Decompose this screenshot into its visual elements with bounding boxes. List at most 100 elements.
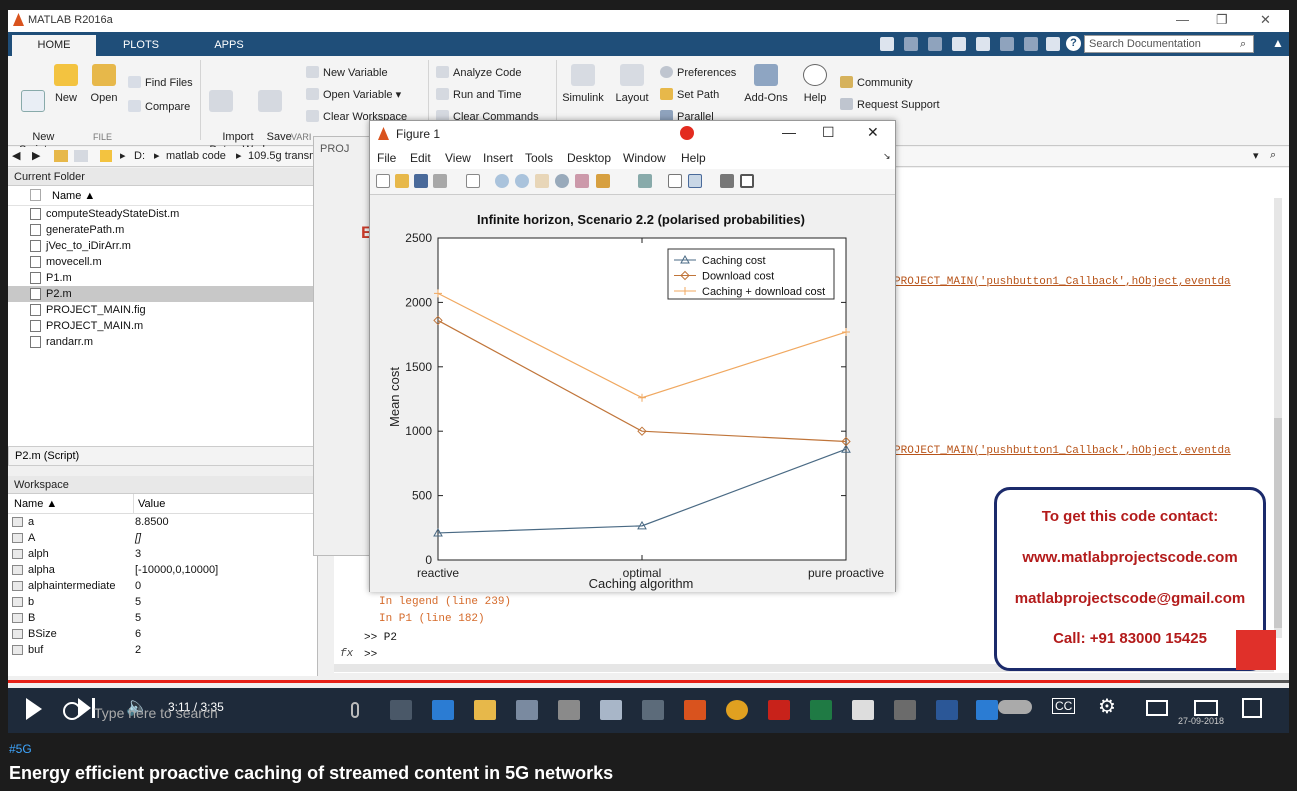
file-item[interactable]: movecell.m — [8, 254, 317, 270]
workspace-row[interactable]: alpha [-10000,0,10000] — [8, 562, 317, 578]
video-editor-icon[interactable] — [852, 700, 874, 720]
legend-icon[interactable] — [688, 174, 702, 188]
community-button[interactable]: Community — [840, 76, 913, 89]
captions-icon[interactable]: CC — [1052, 698, 1076, 714]
menu-insert[interactable]: Insert — [483, 151, 513, 165]
path-folder[interactable]: 109.5g transm — [248, 150, 318, 162]
error-link-line[interactable]: PROJECT_MAIN('pushbutton1_Callback',hObj… — [894, 276, 1231, 288]
fullscreen-icon[interactable] — [1242, 698, 1262, 718]
file-item[interactable]: jVec_to_iDirArr.m — [8, 238, 317, 254]
fx-icon[interactable]: fx — [340, 648, 353, 660]
file-item[interactable]: P1.m — [8, 270, 317, 286]
word-icon[interactable] — [936, 700, 958, 720]
data-cursor-icon[interactable] — [575, 174, 589, 188]
play-icon[interactable] — [26, 698, 42, 720]
workspace-row[interactable]: BSize 6 — [8, 626, 317, 642]
file-explorer-icon[interactable] — [474, 700, 496, 720]
run-and-time-button[interactable]: Run and Time — [436, 88, 521, 101]
workspace-row[interactable]: alph 3 — [8, 546, 317, 562]
menu-file[interactable]: File — [377, 151, 396, 165]
warning-legend-line[interactable]: In legend (line 239) — [379, 596, 511, 608]
maximize-icon[interactable]: ☐ — [822, 124, 835, 141]
edge-icon[interactable] — [432, 700, 454, 720]
workspace-row[interactable]: buf 2 — [8, 642, 317, 658]
compare-button[interactable]: Compare — [128, 100, 190, 113]
pdf-icon[interactable] — [768, 700, 790, 720]
browse-folder-icon[interactable] — [74, 150, 88, 162]
error-link-line[interactable]: PROJECT_MAIN('pushbutton1_Callback',hObj… — [894, 445, 1231, 457]
link-plot-icon[interactable] — [638, 174, 652, 188]
matlab-taskbar-icon[interactable] — [684, 700, 706, 720]
file-item[interactable]: generatePath.m — [8, 222, 317, 238]
save-icon[interactable] — [414, 174, 428, 188]
file-item[interactable]: PROJECT_MAIN.fig — [8, 302, 317, 318]
set-path-button[interactable]: Set Path — [660, 88, 719, 101]
workspace-row[interactable]: B5 — [8, 610, 317, 626]
hashtag-link[interactable]: #5G — [9, 742, 32, 756]
store-icon[interactable] — [516, 700, 538, 720]
workspace-row[interactable]: b5 — [8, 594, 317, 610]
menu-edit[interactable]: Edit — [410, 151, 431, 165]
file-item[interactable]: PROJECT_MAIN.m — [8, 318, 317, 334]
workspace-column-header[interactable]: Name ▲ Value — [8, 494, 317, 514]
show-plot-tools-icon[interactable] — [740, 174, 754, 188]
back-arrow-icon[interactable]: ◀ — [12, 149, 20, 162]
path-drive[interactable]: D: — [134, 150, 145, 162]
excel-icon[interactable] — [810, 700, 832, 720]
restore-icon[interactable]: ❐ — [1216, 12, 1228, 28]
menu-window[interactable]: Window — [623, 151, 666, 165]
details-panel[interactable]: P2.m (Script) — [8, 446, 318, 466]
up-folder-icon[interactable] — [54, 150, 68, 162]
menu-view[interactable]: View — [445, 151, 471, 165]
new-variable-button[interactable]: New Variable — [306, 66, 388, 79]
menu-desktop[interactable]: Desktop — [567, 151, 611, 165]
preferences-button[interactable]: Preferences — [660, 66, 736, 79]
new-figure-icon[interactable] — [376, 174, 390, 188]
find-files-button[interactable]: Find Files — [128, 76, 193, 89]
file-item[interactable]: computeSteadyStateDist.m — [8, 206, 317, 222]
request-support-button[interactable]: Request Support — [840, 98, 940, 111]
forward-arrow-icon[interactable]: ▶ — [32, 149, 40, 162]
menu-help[interactable]: Help — [681, 151, 706, 165]
brush-icon[interactable] — [596, 174, 610, 188]
close-icon[interactable]: ✕ — [1260, 12, 1271, 28]
tab-plots[interactable]: PLOTS — [106, 35, 176, 56]
copy-icon[interactable] — [952, 37, 966, 51]
dock-arrow-icon[interactable]: ↘ — [883, 151, 891, 162]
paste-icon[interactable] — [976, 37, 990, 51]
help-button[interactable]: Help — [800, 64, 830, 105]
video-progress-bar[interactable] — [8, 680, 1289, 683]
colorbar-icon[interactable] — [668, 174, 682, 188]
menu-tools[interactable]: Tools — [525, 151, 553, 165]
chrome-icon[interactable] — [726, 700, 748, 720]
print-icon[interactable] — [433, 174, 447, 188]
app-icon[interactable] — [642, 700, 664, 720]
minimize-icon[interactable]: — — [1176, 12, 1189, 27]
search-documentation-input[interactable]: Search Documentation — [1084, 35, 1254, 53]
cortana-icon[interactable] — [63, 702, 81, 720]
collapse-ribbon-icon[interactable]: ▲ — [1272, 36, 1284, 50]
new-button[interactable]: New — [52, 64, 80, 105]
workspace-row[interactable]: A[] — [8, 530, 317, 546]
help-icon[interactable]: ? — [1066, 36, 1081, 51]
file-item-selected[interactable]: P2.m — [8, 286, 317, 302]
app-icon[interactable] — [558, 700, 580, 720]
column-header[interactable]: Name ▲ — [8, 186, 317, 206]
chevron-down-icon[interactable]: ▾ — [1253, 149, 1259, 162]
app-icon[interactable] — [600, 700, 622, 720]
simulink-button[interactable]: Simulink — [560, 64, 606, 105]
pan-hand-icon[interactable] — [535, 174, 549, 188]
microphone-icon[interactable] — [351, 702, 359, 718]
command-prompt[interactable]: >> — [364, 649, 377, 661]
tab-apps[interactable]: APPS — [194, 35, 264, 56]
zoom-in-icon[interactable] — [495, 174, 509, 188]
redo-icon[interactable] — [1024, 37, 1038, 51]
hide-plot-tools-icon[interactable] — [720, 174, 734, 188]
scrollbar-thumb[interactable] — [1274, 418, 1282, 628]
workspace-row[interactable]: a 8.8500 — [8, 514, 317, 530]
ie-icon[interactable] — [976, 700, 998, 720]
path-folder[interactable]: matlab code — [166, 150, 226, 162]
warning-p1-line[interactable]: In P1 (line 182) — [379, 613, 485, 625]
layout-button[interactable]: Layout — [612, 64, 652, 105]
rotate-3d-icon[interactable] — [555, 174, 569, 188]
